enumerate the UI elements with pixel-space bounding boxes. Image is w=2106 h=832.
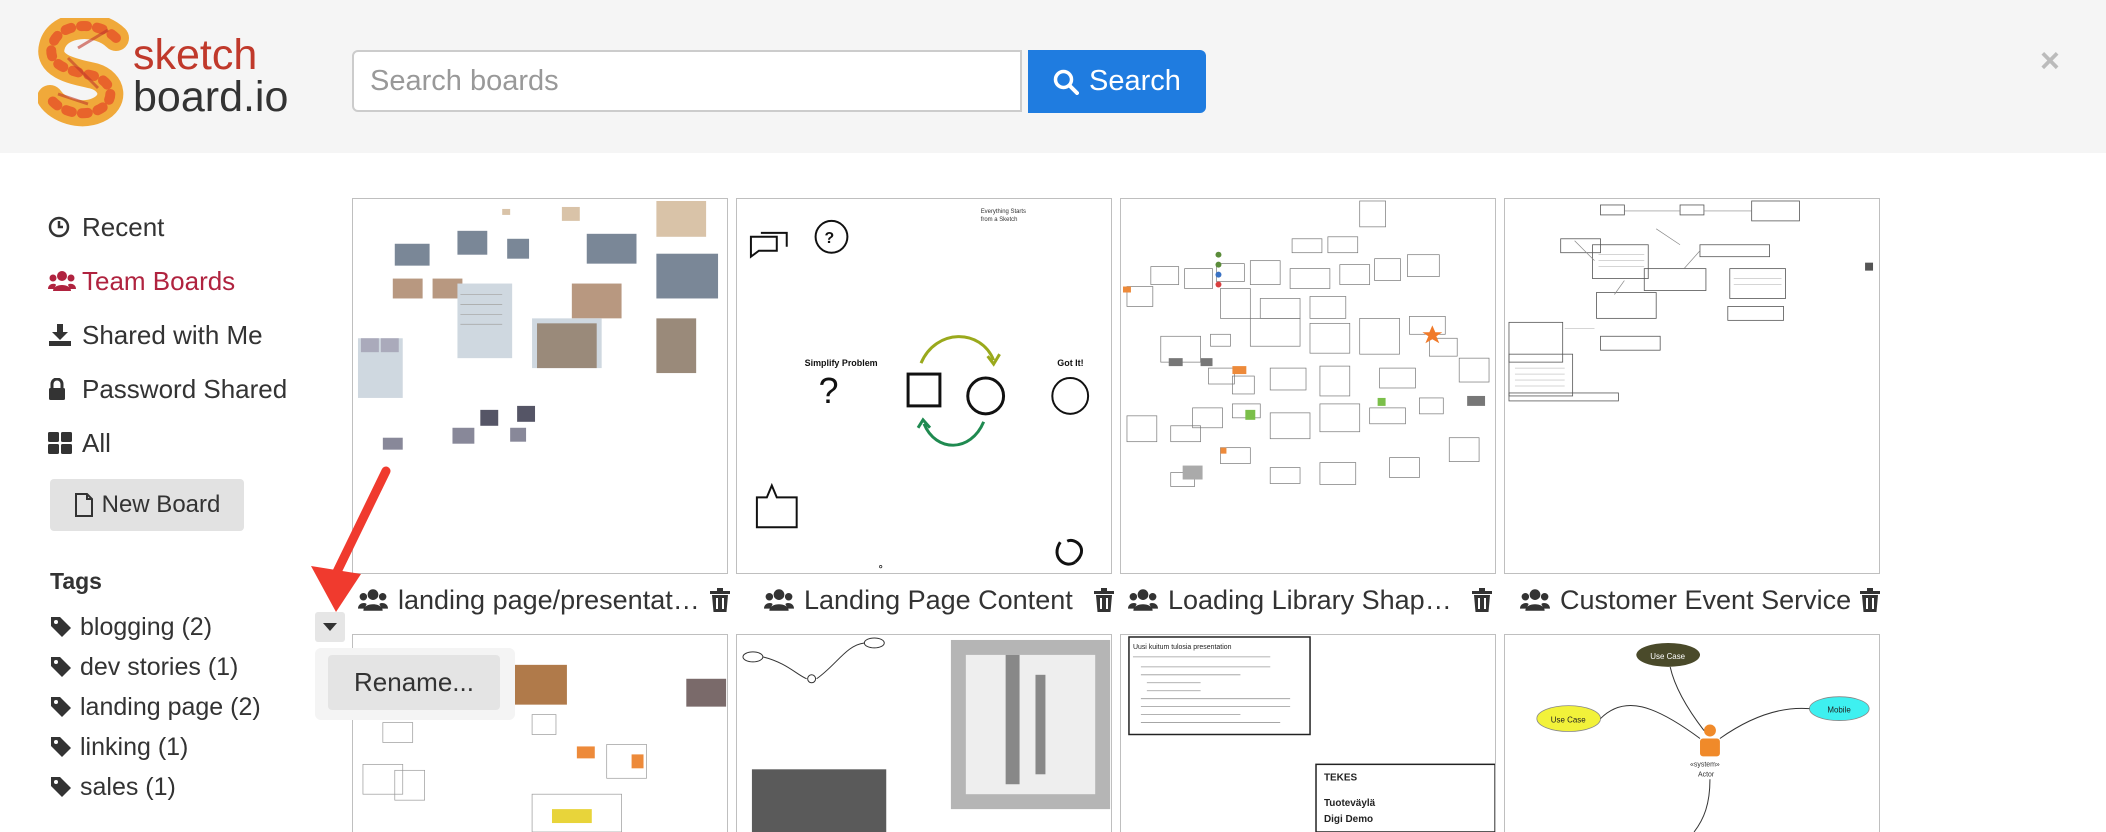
thumb-text: TEKES xyxy=(1324,772,1358,783)
board-title[interactable]: Loading Library Shape… xyxy=(1168,585,1464,616)
search-icon xyxy=(1053,69,1080,95)
annotation-arrow xyxy=(311,466,391,612)
board-preview-image: Use Case Use Case Mobile «system» Actor xyxy=(1536,642,1870,832)
sidebar-item-all[interactable]: All xyxy=(48,416,328,470)
svg-text:?: ? xyxy=(819,371,839,411)
sidebar-item-label: All xyxy=(82,427,111,458)
download-icon xyxy=(49,324,71,346)
board-title[interactable]: landing page/presentati… xyxy=(398,585,702,616)
tag-item-linking[interactable]: linking (1) xyxy=(50,727,261,767)
trash-icon[interactable] xyxy=(1094,588,1114,612)
tag-item-blogging[interactable]: blogging (2) xyxy=(50,607,261,647)
sidebar-item-recent[interactable]: Recent xyxy=(48,200,328,254)
board-preview-image: Everything Starts from a Sketch ? Simpli… xyxy=(749,209,1090,573)
board-preview-image xyxy=(1122,200,1490,487)
tag-label: blogging (2) xyxy=(80,612,213,641)
users-icon xyxy=(48,271,76,291)
thumb-text: Actor xyxy=(1698,771,1715,778)
board-preview-image xyxy=(357,200,719,450)
file-icon xyxy=(74,493,93,517)
thumb-text: Tuoteväylä xyxy=(1324,798,1376,809)
board-caption: Customer Event Service xyxy=(1520,580,1880,620)
new-board-button[interactable]: New Board xyxy=(50,479,244,531)
board-thumbnail[interactable] xyxy=(1504,198,1880,574)
thumb-text: Use Case xyxy=(1551,716,1586,725)
thumb-text: Digi Demo xyxy=(1324,814,1373,825)
tag-icon xyxy=(51,737,71,757)
sidebar-item-label: Recent xyxy=(82,211,165,242)
tag-icon xyxy=(51,617,71,637)
lock-icon xyxy=(49,378,65,400)
sidebar-item-shared-with-me[interactable]: Shared with Me xyxy=(48,308,328,362)
tag-label: linking (1) xyxy=(80,732,189,761)
sidebar-item-password-shared[interactable]: Password Shared xyxy=(48,362,328,416)
board-title[interactable]: Customer Event Service xyxy=(1560,585,1852,616)
clock-icon xyxy=(48,216,70,238)
thumb-text: from a Sketch xyxy=(981,217,1018,223)
sidebar-item-label: Team Boards xyxy=(82,265,236,296)
grid-icon xyxy=(48,432,72,454)
sidebar-item-label: Shared with Me xyxy=(82,319,263,350)
board-title[interactable]: Landing Page Content xyxy=(804,585,1086,616)
search-button[interactable]: Search xyxy=(1028,50,1206,113)
new-board-label: New Board xyxy=(101,491,221,518)
svg-text:ᐤ: ᐤ xyxy=(878,562,883,573)
trash-icon[interactable] xyxy=(710,588,730,612)
tag-icon xyxy=(51,777,71,797)
board-thumbnail[interactable] xyxy=(352,198,728,574)
board-caption: Loading Library Shape… xyxy=(1128,580,1492,620)
trash-icon[interactable] xyxy=(1472,588,1492,612)
board-caption: landing page/presentati… xyxy=(358,580,730,620)
board-thumbnail[interactable]: Everything Starts from a Sketch ? Simpli… xyxy=(736,198,1112,574)
thumb-text: Everything Starts xyxy=(981,209,1026,215)
users-icon xyxy=(1520,589,1550,611)
thumb-text: Simplify Problem xyxy=(805,358,878,368)
close-icon[interactable]: × xyxy=(2040,42,2060,81)
thumb-text: Uusi kuitum tulosia presentation xyxy=(1133,644,1232,651)
thumb-text: Got It! xyxy=(1057,358,1083,368)
caret-down-icon xyxy=(323,623,337,631)
sidebar-nav: Recent Team Boards Shared with Me Passwo… xyxy=(48,200,328,470)
board-thumbnail[interactable] xyxy=(1120,198,1496,574)
logo-wordmark: sketch board.io xyxy=(133,31,289,121)
search-button-label: Search xyxy=(1089,65,1181,97)
thumb-text: Use Case xyxy=(1650,652,1685,661)
tag-label: sales (1) xyxy=(80,772,176,801)
users-icon xyxy=(1128,589,1158,611)
board-thumbnail[interactable]: Uusi kuitum tulosia presentation TEKES T… xyxy=(1120,634,1496,832)
tag-list: blogging (2) dev stories (1) landing pag… xyxy=(50,607,261,807)
tag-item-dev-stories[interactable]: dev stories (1) xyxy=(50,647,261,687)
sidebar-item-team-boards[interactable]: Team Boards xyxy=(48,254,328,308)
board-preview-image xyxy=(742,637,1111,832)
board-options-dropdown[interactable] xyxy=(315,612,345,642)
tag-icon xyxy=(51,657,71,677)
sidebar-item-label: Password Shared xyxy=(82,373,288,404)
thumb-text: «system» xyxy=(1690,761,1720,768)
tags-heading: Tags xyxy=(50,568,102,594)
search-input[interactable] xyxy=(352,50,1022,112)
logo-s-icon xyxy=(38,18,129,127)
tag-item-sales[interactable]: sales (1) xyxy=(50,767,261,807)
users-icon xyxy=(764,589,794,611)
board-preview-image xyxy=(1508,200,1874,402)
board-preview-image: Uusi kuitum tulosia presentation TEKES T… xyxy=(1128,636,1495,832)
trash-icon[interactable] xyxy=(1860,588,1880,612)
tag-item-landing-page[interactable]: landing page (2) xyxy=(50,687,261,727)
board-thumbnail[interactable]: Use Case Use Case Mobile «system» Actor xyxy=(1504,634,1880,832)
logo-line1: sketch xyxy=(133,31,258,79)
rename-menu-item[interactable]: Rename... xyxy=(328,655,500,710)
tag-label: landing page (2) xyxy=(80,692,261,721)
board-thumbnail[interactable] xyxy=(736,634,1112,832)
logo-line2: board.io xyxy=(133,73,289,121)
tag-label: dev stories (1) xyxy=(80,652,239,681)
tag-icon xyxy=(51,697,71,717)
svg-text:?: ? xyxy=(825,230,835,247)
thumb-text: Mobile xyxy=(1827,706,1851,715)
sketchboard-logo[interactable]: sketch board.io xyxy=(38,18,288,128)
board-caption: Landing Page Content xyxy=(764,580,1114,620)
